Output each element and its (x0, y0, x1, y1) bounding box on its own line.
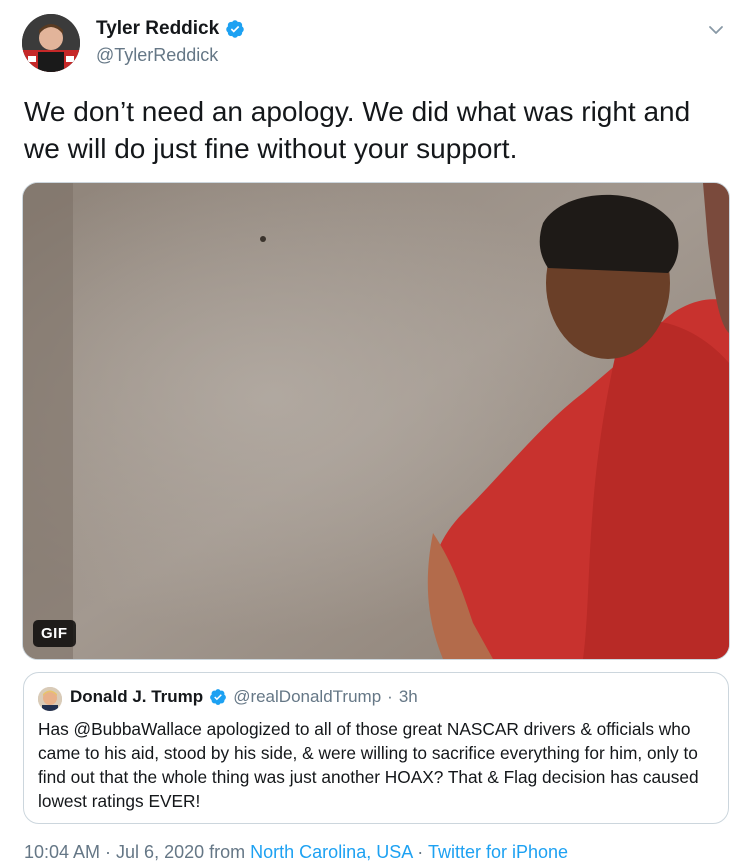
author-handle[interactable]: @TylerReddick (96, 45, 218, 66)
author-avatar[interactable] (22, 14, 80, 72)
verified-badge-icon (226, 20, 244, 38)
tweet-media-gif[interactable] (22, 182, 730, 660)
quoted-display-name: Donald J. Trump (70, 687, 204, 706)
chevron-down-icon[interactable] (706, 20, 726, 40)
author-display-name[interactable]: Tyler Reddick (96, 18, 219, 40)
gif-frame-image (23, 183, 729, 659)
tweet-meta: 10:04 AM · Jul 6, 2020 from North Caroli… (24, 842, 568, 863)
source-link[interactable]: Twitter for iPhone (428, 842, 568, 862)
tweet-card: Tyler Reddick @TylerReddick We don’t nee… (0, 0, 750, 868)
meta-separator: · (417, 842, 424, 862)
quoted-handle: @realDonaldTrump (233, 687, 382, 706)
quoted-author-avatar (38, 687, 62, 711)
quoted-text: Has @BubbaWallace apologized to all of t… (38, 719, 699, 811)
tweet-text: We don’t need an apology. We did what wa… (24, 96, 691, 164)
verified-badge-icon (210, 689, 227, 705)
location-link[interactable]: North Carolina, USA (250, 842, 412, 862)
quoted-tweet[interactable]: Donald J. Trump @realDonaldTrump · 3h Ha… (23, 672, 729, 824)
quoted-time: 3h (398, 687, 418, 706)
tweet-timestamp[interactable]: 10:04 AM · Jul 6, 2020 (24, 842, 204, 862)
from-label: from (209, 842, 246, 862)
quoted-separator: · (387, 687, 393, 706)
quoted-header: Donald J. Trump @realDonaldTrump · 3h (70, 687, 418, 707)
avatar-image (22, 14, 80, 72)
author-name-row: Tyler Reddick (96, 18, 245, 40)
quoted-avatar-image (38, 687, 62, 711)
gif-badge: GIF (33, 620, 76, 647)
